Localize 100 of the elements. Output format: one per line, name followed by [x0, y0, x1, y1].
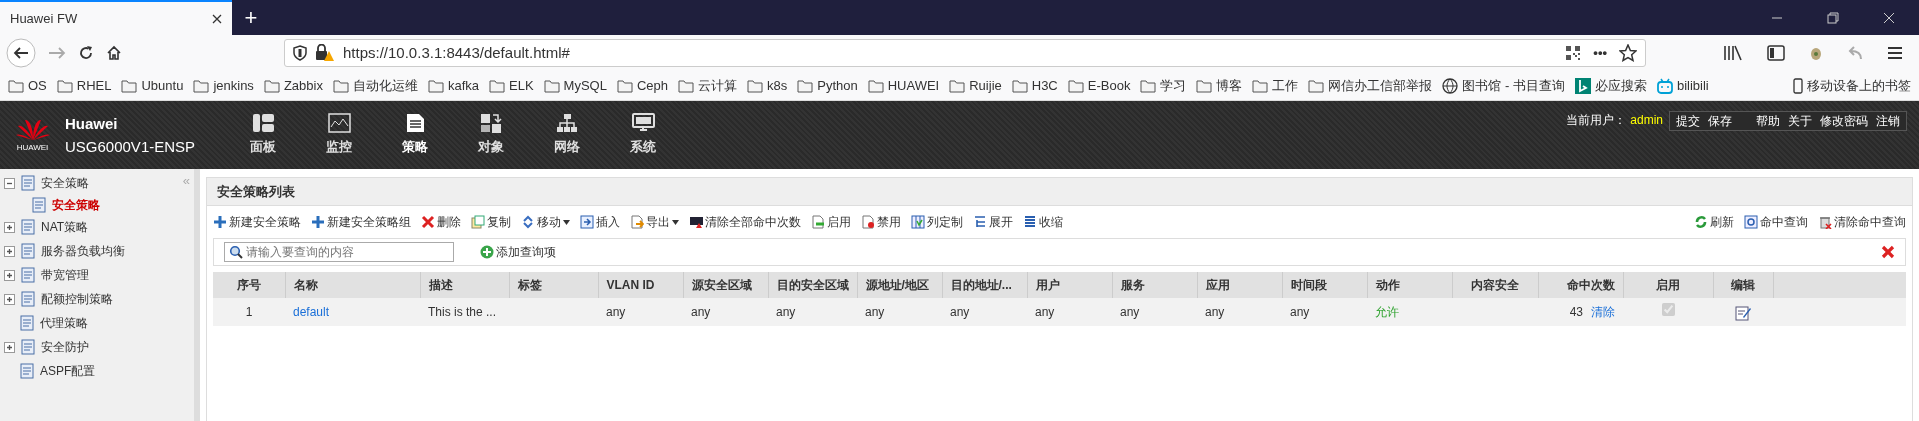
column-header[interactable]: 描述 [420, 272, 509, 298]
policy-link[interactable]: default [293, 305, 330, 319]
toolbar-button[interactable]: 插入 [580, 213, 620, 231]
nav-tab[interactable]: 面板 [225, 101, 301, 169]
back-icon[interactable] [6, 38, 36, 68]
bookmark[interactable]: bilibili [1656, 75, 1709, 96]
column-header[interactable]: 编辑 [1713, 272, 1773, 298]
toolbar-button[interactable]: 清除命中查询 [1818, 213, 1906, 231]
bookmark[interactable]: 学习 [1140, 75, 1187, 96]
column-header[interactable]: 名称 [285, 272, 420, 298]
add-filter-button[interactable]: 添加查询项 [480, 243, 556, 261]
toolbar-button[interactable]: 移动 [521, 213, 570, 231]
sidebar-item[interactable]: 安全策略 [32, 194, 100, 216]
expand-icon[interactable] [4, 341, 15, 353]
toolbar-button[interactable]: 命中查询 [1744, 213, 1808, 231]
toolbar-button[interactable]: 删除 [421, 213, 461, 231]
header-link[interactable]: 帮助 [1756, 112, 1780, 130]
column-header[interactable]: 服务 [1112, 272, 1197, 298]
bookmark[interactable]: jenkins [193, 75, 254, 96]
column-header[interactable]: 源安全区域 [683, 272, 768, 298]
header-link[interactable]: 注销 [1876, 112, 1900, 130]
toolbar-button[interactable]: 展开 [973, 213, 1013, 231]
column-header[interactable]: 应用 [1197, 272, 1282, 298]
bookmark[interactable]: RHEL [56, 75, 112, 96]
expand-icon[interactable] [4, 245, 15, 257]
extension-icon[interactable] [1809, 45, 1823, 61]
bookmark[interactable]: 图书馆 - 书目查询 [1442, 75, 1565, 96]
nav-tab[interactable]: 监控 [301, 101, 377, 169]
toolbar-button[interactable]: 导出 [630, 213, 679, 231]
sidebar-item[interactable]: 服务器负载均衡 [21, 240, 125, 262]
browser-tab[interactable]: Huawei FW [0, 0, 232, 35]
column-header[interactable]: 目的地址/... [942, 272, 1027, 298]
sidebar-item[interactable]: 安全防护 [21, 336, 89, 358]
search-field[interactable]: 请输入要查询的内容 [224, 242, 454, 262]
star-icon[interactable] [1619, 44, 1637, 62]
clear-link[interactable]: 清除 [1591, 305, 1615, 319]
bookmark[interactable]: E-Book [1067, 75, 1131, 96]
toolbar-button[interactable]: 刷新 [1694, 213, 1734, 231]
header-link[interactable]: 修改密码 [1820, 112, 1868, 130]
nav-tab[interactable]: 策略 [377, 101, 453, 169]
more-menu-button[interactable]: ••• [1593, 43, 1607, 63]
bookmark[interactable]: 博客 [1196, 75, 1243, 96]
bookmark[interactable]: 必应搜索 [1574, 75, 1647, 96]
column-header[interactable]: 时间段 [1282, 272, 1367, 298]
sidebar-item[interactable]: 安全策略 [21, 172, 89, 194]
bookmark[interactable]: 工作 [1252, 75, 1299, 96]
column-header[interactable]: 源地址/地区 [857, 272, 942, 298]
sidebar-item[interactable]: 带宽管理 [21, 264, 89, 286]
header-link[interactable]: 提交 [1676, 112, 1700, 130]
sidebar-item[interactable]: 配额控制策略 [21, 288, 113, 310]
expand-icon[interactable] [4, 221, 15, 233]
bookmark[interactable]: Ceph [616, 75, 668, 96]
bookmark[interactable]: 网信办工信部举报 [1308, 75, 1433, 96]
column-header[interactable]: 标签 [509, 272, 598, 298]
bookmark[interactable]: kafka [427, 75, 479, 96]
new-tab-button[interactable]: + [232, 0, 270, 35]
qr-code-icon[interactable] [1565, 45, 1582, 61]
bookmark[interactable]: MySQL [543, 75, 607, 96]
toolbar-button[interactable]: 新建安全策略组 [311, 213, 411, 231]
collapse-icon[interactable] [4, 177, 15, 189]
toolbar-button[interactable]: 复制 [471, 213, 511, 231]
toolbar-button[interactable]: 列定制 [911, 213, 963, 231]
address-bar[interactable]: https://10.0.3.1:8443/default.html# ••• [284, 39, 1646, 67]
column-header[interactable]: 用户 [1027, 272, 1112, 298]
bookmark[interactable]: ELK [489, 75, 534, 96]
bookmark[interactable]: OS [8, 75, 47, 96]
header-link[interactable]: 关于 [1788, 112, 1812, 130]
column-header[interactable]: 内容安全 [1452, 272, 1538, 298]
column-header[interactable]: 目的安全区域 [768, 272, 857, 298]
sidebar-item[interactable]: ASPF配置 [20, 360, 96, 382]
reload-icon[interactable] [78, 45, 94, 61]
library-icon[interactable] [1723, 45, 1743, 61]
bookmark[interactable]: 自动化运维 [332, 75, 418, 96]
bookmark[interactable]: Python [797, 75, 858, 96]
nav-tab[interactable]: 对象 [453, 101, 529, 169]
bookmark[interactable]: Ruijie [949, 75, 1002, 96]
header-link[interactable]: 保存 [1708, 112, 1732, 130]
bookmark[interactable]: HUAWEI [867, 75, 940, 96]
column-header[interactable]: 动作 [1367, 272, 1452, 298]
restore-icon[interactable] [1827, 11, 1839, 24]
bookmark[interactable]: 移动设备上的书签 [1793, 75, 1911, 96]
column-header[interactable]: VLAN ID [598, 272, 683, 298]
sidebar-item[interactable]: 代理策略 [20, 312, 88, 334]
bookmark[interactable]: Zabbix [263, 75, 323, 96]
nav-tab[interactable]: 系统 [605, 101, 681, 169]
toolbar-button[interactable]: 启用 [811, 213, 851, 231]
bookmark[interactable]: k8s [747, 75, 788, 96]
bookmark[interactable]: H3C [1011, 75, 1058, 96]
expand-icon[interactable] [4, 269, 15, 281]
toolbar-button[interactable]: 禁用 [861, 213, 901, 231]
toolbar-button[interactable]: 新建安全策略 [213, 213, 301, 231]
shield-icon[interactable] [293, 45, 307, 61]
nav-tab[interactable]: 网络 [529, 101, 605, 169]
column-header[interactable]: 启用 [1623, 272, 1713, 298]
lock-warning-icon[interactable] [315, 44, 335, 62]
sidebar-item[interactable]: NAT策略 [21, 216, 89, 238]
bookmark[interactable]: Ubuntu [121, 75, 184, 96]
home-icon[interactable] [106, 45, 122, 61]
column-header[interactable]: 命中次数 [1538, 272, 1623, 298]
menu-icon[interactable] [1887, 46, 1903, 60]
